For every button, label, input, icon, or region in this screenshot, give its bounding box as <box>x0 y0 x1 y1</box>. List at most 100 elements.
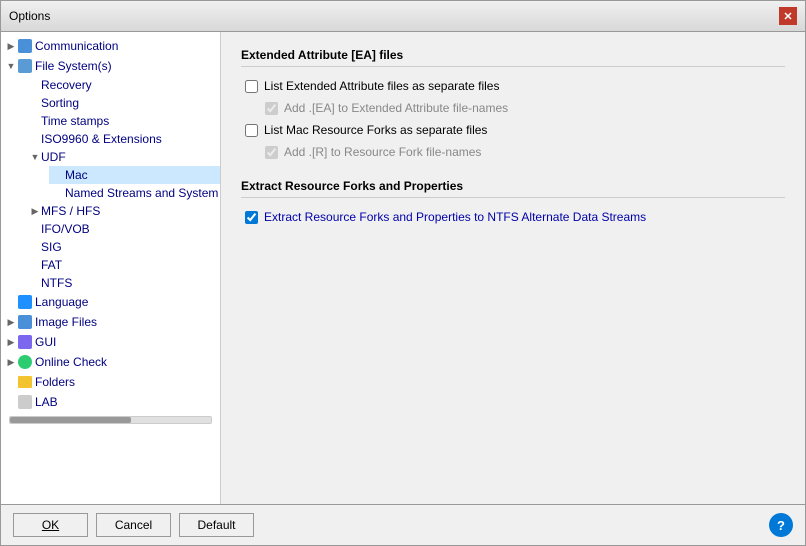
tree-label-sorting: Sorting <box>41 96 79 110</box>
tree-label-iso9960: ISO9960 & Extensions <box>41 132 162 146</box>
tree-item-fat[interactable]: FAT <box>25 256 220 274</box>
expand-icon-communication: ▶ <box>5 40 17 52</box>
tree-label-fat: FAT <box>41 258 62 272</box>
tree-panel: ▶ Communication ▼ File System(s) Recover… <box>1 32 221 504</box>
tree-label-mfshfs: MFS / HFS <box>41 204 100 218</box>
section-extract: Extract Resource Forks and Properties Ex… <box>241 179 785 224</box>
expand-icon-imagefiles: ▶ <box>5 316 17 328</box>
tree-item-filesystem[interactable]: ▼ File System(s) <box>1 56 220 76</box>
expand-icon-onlinecheck: ▶ <box>5 356 17 368</box>
option-row-list-mac: List Mac Resource Forks as separate file… <box>241 123 785 137</box>
expand-icon-mfshfs: ▶ <box>29 205 41 217</box>
tree-item-namedstreams[interactable]: Named Streams and System <box>49 184 220 202</box>
tree-label-folders: Folders <box>35 375 75 389</box>
ok-button[interactable]: OK <box>13 513 88 537</box>
scrollbar-track <box>9 416 212 424</box>
option-row-add-r: Add .[R] to Resource Fork file-names <box>241 145 785 159</box>
title-bar: Options ✕ <box>1 1 805 32</box>
horizontal-scrollbar[interactable] <box>1 412 220 430</box>
icon-communication <box>17 38 33 54</box>
tree-item-imagefiles[interactable]: ▶ Image Files <box>1 312 220 332</box>
checkbox-add-r[interactable] <box>265 146 278 159</box>
tree-label-language: Language <box>35 295 88 309</box>
tree-item-lab[interactable]: LAB <box>1 392 220 412</box>
checkbox-extract-ntfs[interactable] <box>245 211 258 224</box>
expand-icon-sorting <box>29 97 41 109</box>
expand-icon-filesystem: ▼ <box>5 60 17 72</box>
expand-icon-mac <box>53 169 65 181</box>
dialog-title: Options <box>9 9 50 23</box>
dialog-body: ▶ Communication ▼ File System(s) Recover… <box>1 32 805 504</box>
help-button[interactable]: ? <box>769 513 793 537</box>
expand-icon-sig <box>29 241 41 253</box>
label-list-ea[interactable]: List Extended Attribute files as separat… <box>264 79 499 93</box>
tree-label-namedstreams: Named Streams and System <box>65 186 218 200</box>
scrollbar-thumb <box>10 417 131 423</box>
tree-item-language[interactable]: Language <box>1 292 220 312</box>
tree-label-sig: SIG <box>41 240 62 254</box>
icon-filesystem <box>17 58 33 74</box>
tree-label-gui: GUI <box>35 335 56 349</box>
dialog-footer: OK Cancel Default ? <box>1 504 805 545</box>
label-extract-ntfs[interactable]: Extract Resource Forks and Properties to… <box>264 210 646 224</box>
tree-item-mfshfs[interactable]: ▶ MFS / HFS <box>25 202 220 220</box>
tree-label-ifovob: IFO/VOB <box>41 222 90 236</box>
expand-icon-lab <box>5 396 17 408</box>
tree-item-ntfs[interactable]: NTFS <box>25 274 220 292</box>
cancel-button[interactable]: Cancel <box>96 513 171 537</box>
default-button[interactable]: Default <box>179 513 254 537</box>
label-add-ea[interactable]: Add .[EA] to Extended Attribute file-nam… <box>284 101 508 115</box>
checkbox-add-ea[interactable] <box>265 102 278 115</box>
expand-icon-ifovob <box>29 223 41 235</box>
expand-icon-timestamps <box>29 115 41 127</box>
label-list-mac[interactable]: List Mac Resource Forks as separate file… <box>264 123 487 137</box>
tree-item-gui[interactable]: ▶ GUI <box>1 332 220 352</box>
options-dialog: Options ✕ ▶ Communication ▼ File System(… <box>0 0 806 546</box>
tree-item-communication[interactable]: ▶ Communication <box>1 36 220 56</box>
icon-lab <box>17 394 33 410</box>
right-panel: Extended Attribute [EA] files List Exten… <box>221 32 805 504</box>
icon-onlinecheck <box>17 354 33 370</box>
tree-label-onlinecheck: Online Check <box>35 355 107 369</box>
section-ea-header: Extended Attribute [EA] files <box>241 48 785 67</box>
checkbox-list-ea[interactable] <box>245 80 258 93</box>
expand-icon-namedstreams <box>53 187 65 199</box>
tree-label-mac: Mac <box>65 168 88 182</box>
close-button[interactable]: ✕ <box>779 7 797 25</box>
icon-folders <box>17 374 33 390</box>
tree-label-filesystem: File System(s) <box>35 59 112 73</box>
tree-label-recovery: Recovery <box>41 78 92 92</box>
tree-item-timestamps[interactable]: Time stamps <box>25 112 220 130</box>
tree-item-sorting[interactable]: Sorting <box>25 94 220 112</box>
expand-icon-fat <box>29 259 41 271</box>
option-row-extract-ntfs: Extract Resource Forks and Properties to… <box>241 210 785 224</box>
option-row-list-ea: List Extended Attribute files as separat… <box>241 79 785 93</box>
tree-label-timestamps: Time stamps <box>41 114 109 128</box>
expand-icon-language <box>5 296 17 308</box>
tree-item-onlinecheck[interactable]: ▶ Online Check <box>1 352 220 372</box>
tree-item-folders[interactable]: Folders <box>1 372 220 392</box>
label-add-r[interactable]: Add .[R] to Resource Fork file-names <box>284 145 481 159</box>
tree-label-imagefiles: Image Files <box>35 315 97 329</box>
expand-icon-folders <box>5 376 17 388</box>
tree-item-recovery[interactable]: Recovery <box>25 76 220 94</box>
option-row-add-ea: Add .[EA] to Extended Attribute file-nam… <box>241 101 785 115</box>
expand-icon-gui: ▶ <box>5 336 17 348</box>
icon-imagefiles <box>17 314 33 330</box>
section-ea-files: Extended Attribute [EA] files List Exten… <box>241 48 785 159</box>
expand-icon-iso9960 <box>29 133 41 145</box>
tree-item-udf[interactable]: ▼ UDF <box>25 148 220 166</box>
tree-label-udf: UDF <box>41 150 66 164</box>
tree-item-iso9960[interactable]: ISO9960 & Extensions <box>25 130 220 148</box>
tree-item-sig[interactable]: SIG <box>25 238 220 256</box>
tree-item-mac[interactable]: Mac <box>49 166 220 184</box>
tree-label-communication: Communication <box>35 39 118 53</box>
tree-label-ntfs: NTFS <box>41 276 72 290</box>
tree-item-ifovob[interactable]: IFO/VOB <box>25 220 220 238</box>
section-extract-header: Extract Resource Forks and Properties <box>241 179 785 198</box>
tree-label-lab: LAB <box>35 395 58 409</box>
icon-language <box>17 294 33 310</box>
expand-icon-udf: ▼ <box>29 151 41 163</box>
checkbox-list-mac[interactable] <box>245 124 258 137</box>
expand-icon-ntfs <box>29 277 41 289</box>
